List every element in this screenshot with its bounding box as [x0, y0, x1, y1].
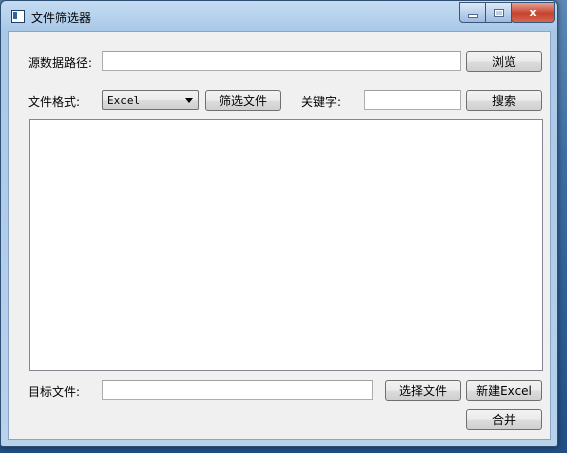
new-excel-button[interactable]: 新建Excel [466, 380, 542, 401]
close-icon: x [529, 6, 537, 19]
file-format-label: 文件格式: [28, 95, 81, 109]
window-title: 文件筛选器 [31, 11, 92, 25]
filter-files-button[interactable]: 筛选文件 [205, 90, 281, 111]
minimize-button[interactable] [459, 2, 486, 23]
file-format-select[interactable]: Excel [102, 90, 199, 110]
file-list[interactable] [29, 119, 543, 371]
merge-button[interactable]: 合并 [466, 409, 542, 430]
target-file-input[interactable] [102, 380, 373, 400]
search-button[interactable]: 搜索 [466, 90, 542, 111]
browse-button[interactable]: 浏览 [466, 51, 542, 72]
main-window: 文件筛选器 x 源数据路径: 浏览 文件格式: Excel 筛选文件 关键字: … [0, 0, 558, 447]
maximize-button[interactable] [485, 2, 512, 23]
minimize-icon [467, 13, 478, 18]
source-path-input[interactable] [102, 51, 461, 71]
app-window-icon [11, 10, 25, 23]
keyword-input[interactable] [364, 90, 461, 110]
close-button[interactable]: x [511, 2, 555, 23]
chevron-down-icon [185, 98, 193, 103]
client-area: 源数据路径: 浏览 文件格式: Excel 筛选文件 关键字: 搜索 目标文件:… [8, 31, 551, 440]
source-path-label: 源数据路径: [28, 56, 93, 70]
title-bar[interactable]: 文件筛选器 x [1, 1, 557, 31]
choose-file-button[interactable]: 选择文件 [385, 380, 461, 401]
maximize-icon [493, 8, 504, 17]
file-format-value: Excel [107, 93, 141, 107]
target-file-label: 目标文件: [28, 385, 81, 399]
keyword-label: 关键字: [301, 95, 342, 109]
